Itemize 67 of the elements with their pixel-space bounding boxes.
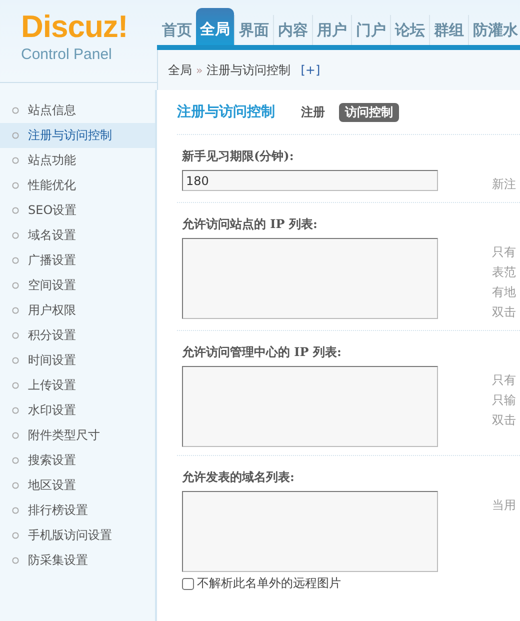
hint-text: 只有 [492,244,516,261]
sidebar-item[interactable]: 上传设置 [0,373,155,398]
setting-label: 允许访问管理中心的 IP 列表: [182,344,342,361]
hint-text: 双击 [492,412,516,429]
sidebar-item[interactable]: 时间设置 [0,348,155,373]
circle-bullet-icon [12,282,19,289]
circle-bullet-icon [12,482,19,489]
checkbox[interactable] [182,578,194,590]
circle-bullet-icon [12,507,19,514]
circle-bullet-icon [12,307,19,314]
text-area[interactable] [182,238,438,319]
circle-bullet-icon [12,432,19,439]
hint-text: 双击 [492,304,516,321]
page-title: 注册与访问控制 [177,103,275,121]
sidebar-item[interactable]: 域名设置 [0,223,155,248]
sidebar-item[interactable]: 用户权限 [0,298,155,323]
circle-bullet-icon [12,207,19,214]
logo-subtitle: Control Panel [21,46,112,63]
circle-bullet-icon [12,232,19,239]
sidebar-item[interactable]: 性能优化 [0,173,155,198]
breadcrumb-separator: » [196,64,203,76]
nav-tab[interactable]: 全局 [196,8,234,45]
circle-bullet-icon [12,457,19,464]
circle-bullet-icon [12,182,19,189]
circle-bullet-icon [12,532,19,539]
breadcrumb-item[interactable]: 全局 [168,62,192,78]
sidebar-item[interactable]: 手机版访问设置 [0,523,155,548]
sub-tab[interactable]: 访问控制 [339,102,399,122]
circle-bullet-icon [12,357,19,364]
text-area[interactable] [182,366,438,447]
circle-bullet-icon [12,407,19,414]
sidebar-item[interactable]: 水印设置 [0,398,155,423]
circle-bullet-icon [12,257,19,264]
hint-text: 表范 [492,264,516,281]
input-field[interactable]: 180 [182,170,438,191]
sidebar-item[interactable]: 站点功能 [0,148,155,173]
circle-bullet-icon [12,157,19,164]
sidebar-item[interactable]: 注册与访问控制 [0,123,155,148]
circle-bullet-icon [12,132,19,139]
sidebar-item[interactable]: 附件类型尺寸 [0,423,155,448]
sidebar-item[interactable]: SEO设置 [0,198,155,223]
hint-text: 有地 [492,284,516,301]
hint-text: 当用 [492,497,516,514]
hint-text: 只输 [492,392,516,409]
sidebar-item[interactable]: 空间设置 [0,273,155,298]
setting-label: 新手见习期限(分钟): [182,148,295,165]
sidebar-item[interactable]: 地区设置 [0,473,155,498]
checkbox-label: 不解析此名单外的远程图片 [197,575,341,592]
circle-bullet-icon [12,382,19,389]
sidebar-item[interactable]: 广播设置 [0,248,155,273]
logo-text: Discuz! [21,10,128,44]
hint-text: 只有 [492,372,516,389]
sub-tab[interactable]: 注册 [295,102,331,122]
sidebar-item[interactable]: 排行榜设置 [0,498,155,523]
sidebar-item[interactable]: 站点信息 [0,98,155,123]
breadcrumb-item: 注册与访问控制 [206,62,291,78]
sidebar-item[interactable]: 防采集设置 [0,548,155,573]
sidebar-item[interactable]: 搜索设置 [0,448,155,473]
text-area[interactable] [182,491,438,572]
circle-bullet-icon [12,107,19,114]
setting-label: 允许访问站点的 IP 列表: [182,216,318,233]
circle-bullet-icon [12,332,19,339]
sidebar-item[interactable]: 积分设置 [0,323,155,348]
hint-text: 新注 [492,176,516,193]
setting-label: 允许发表的域名列表: [182,469,296,486]
expand-link[interactable]: [+] [294,63,320,77]
circle-bullet-icon [12,557,19,564]
